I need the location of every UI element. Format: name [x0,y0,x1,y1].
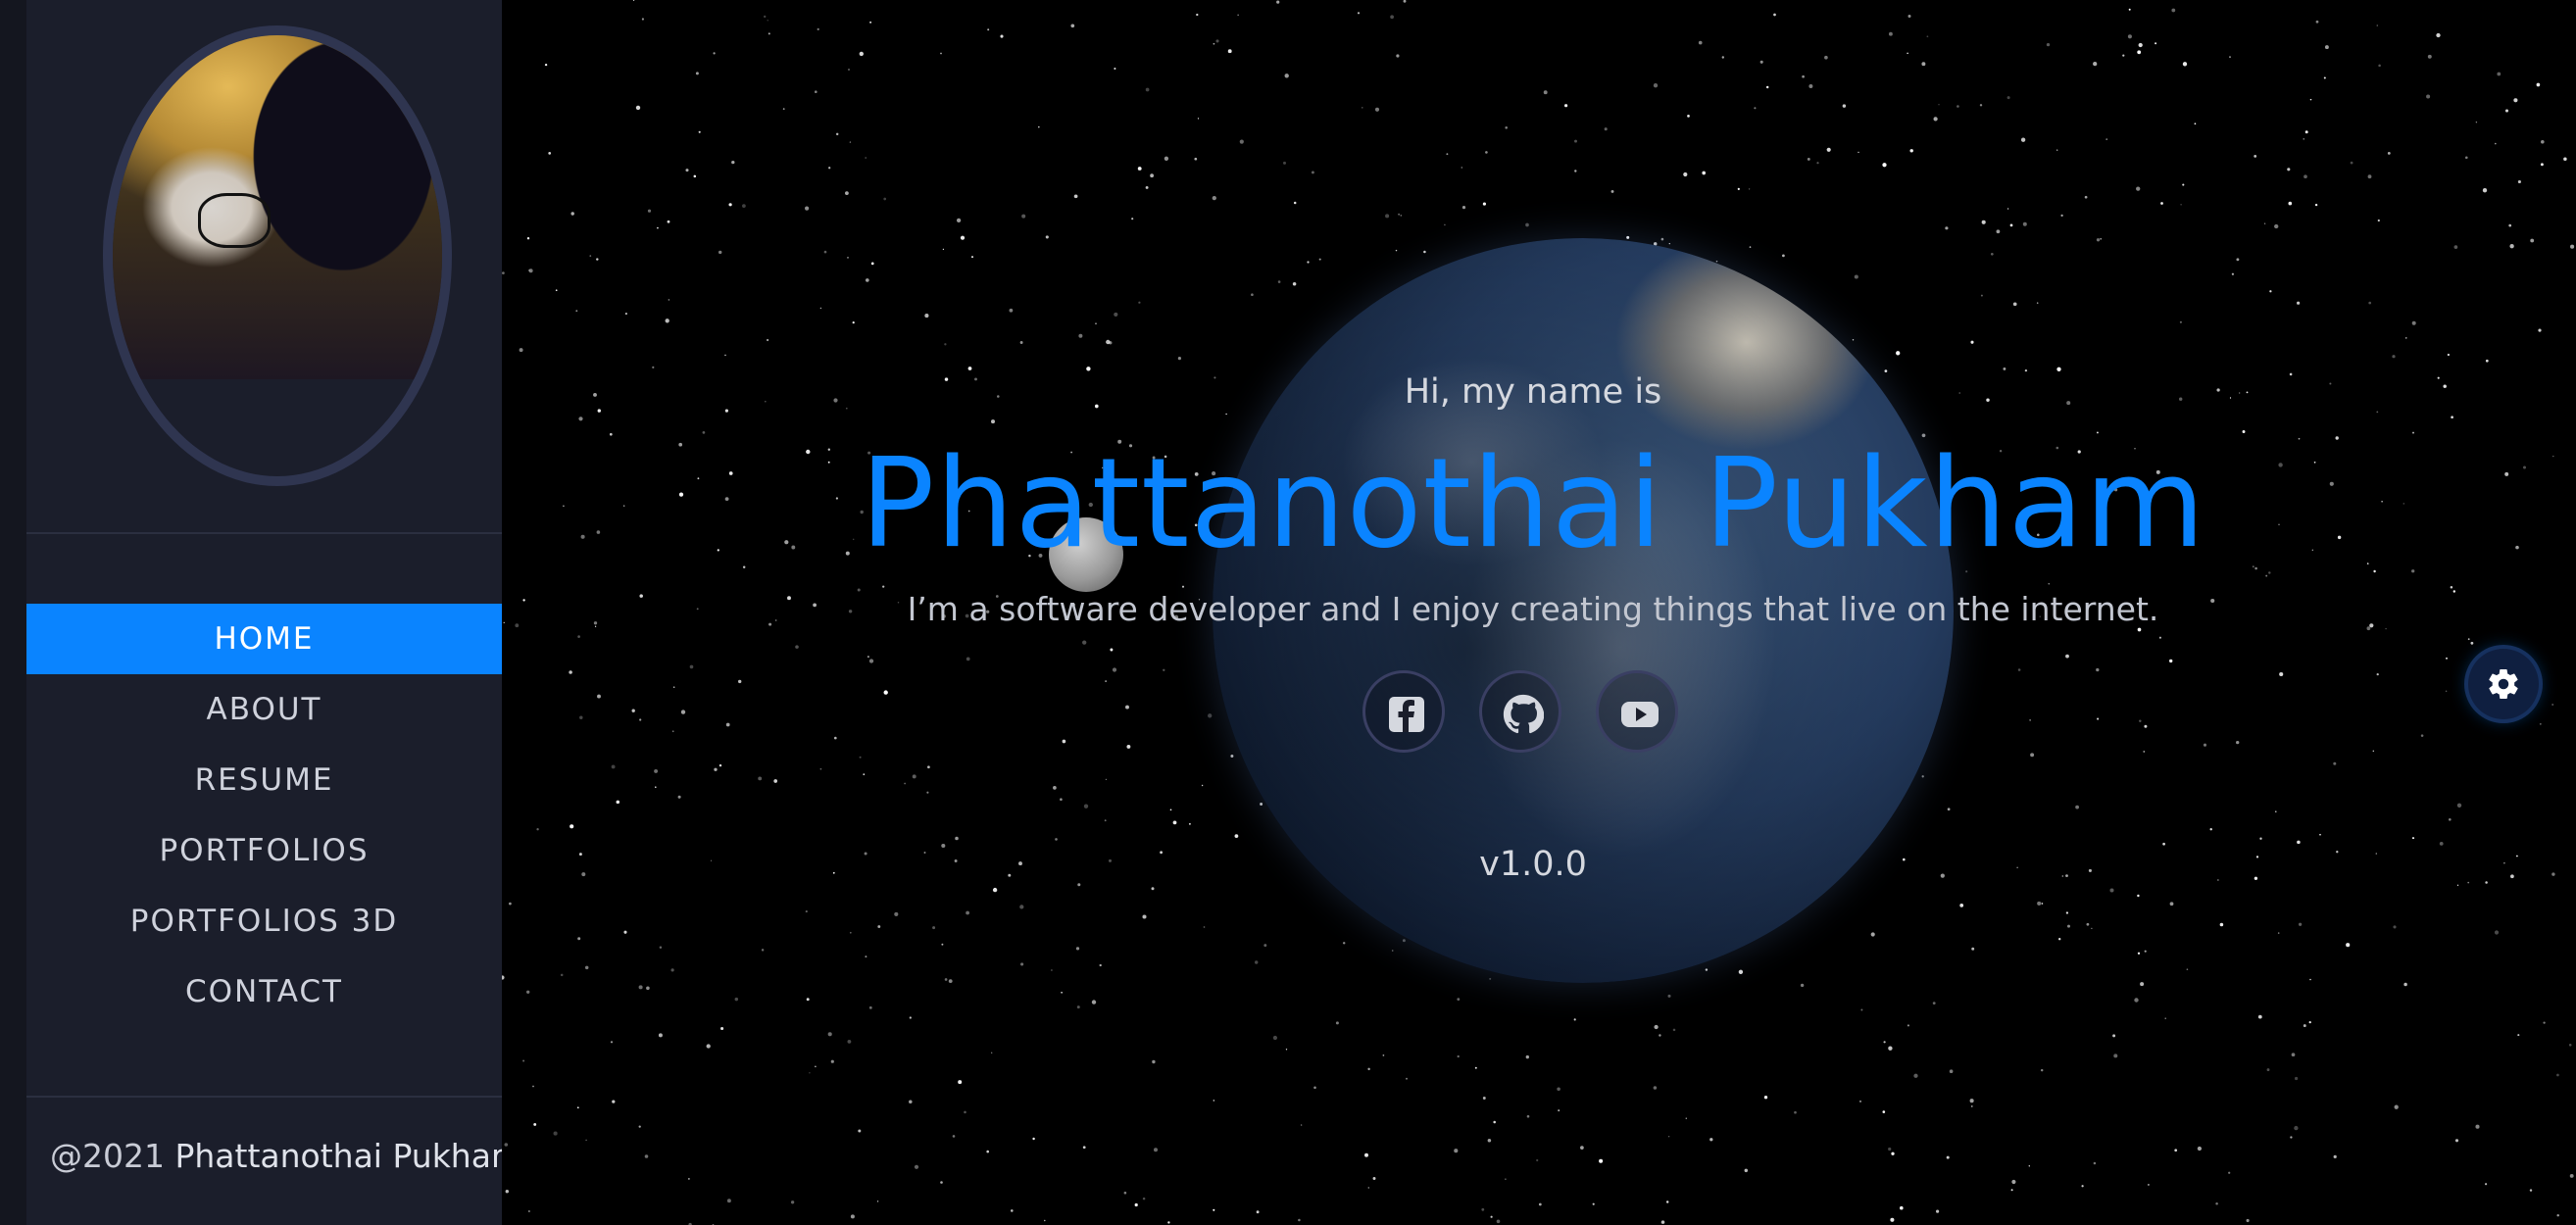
glasses-detail [198,193,271,248]
space-background: Hi, my name is Phattanothai Pukham I’m a… [502,0,2576,1225]
footer-name: Phattanothai Pukham [174,1137,502,1175]
sidebar-footer: @2021 Phattanothai Pukham [50,1137,502,1175]
github-button[interactable] [1479,670,1561,753]
sidebar: HOME ABOUT RESUME PORTFOLIOS PORTFOLIOS … [26,0,502,1225]
page: HOME ABOUT RESUME PORTFOLIOS PORTFOLIOS … [0,0,2576,1225]
edge-strip [0,0,26,1225]
hero-name: Phattanothai Pukham [860,431,2206,575]
nav-item-about[interactable]: ABOUT [26,674,502,745]
profile-photo [113,35,442,379]
sidebar-divider-top [26,532,502,534]
settings-button[interactable] [2468,649,2539,719]
facebook-button[interactable] [1362,670,1445,753]
sidebar-divider-bottom [26,1096,502,1098]
github-icon [1503,694,1544,734]
youtube-button[interactable] [1596,670,1678,753]
hero-greeting: Hi, my name is [1404,372,1662,412]
nav-item-portfolios-3d[interactable]: PORTFOLIOS 3D [26,886,502,956]
footer-copyright: @2021 [50,1137,165,1175]
nav-item-home[interactable]: HOME [26,604,502,674]
version-label: v1.0.0 [1479,845,1587,884]
hero-tagline: I’m a software developer and I enjoy cre… [907,590,2159,628]
social-links [1362,670,1706,757]
hero: Hi, my name is Phattanothai Pukham I’m a… [502,0,2576,1225]
sidebar-nav: HOME ABOUT RESUME PORTFOLIOS PORTFOLIOS … [26,604,502,1027]
nav-item-contact[interactable]: CONTACT [26,956,502,1027]
nav-item-resume[interactable]: RESUME [26,745,502,815]
gear-icon [2489,669,2518,700]
avatar [103,25,452,486]
youtube-icon [1621,702,1659,727]
facebook-icon [1389,697,1424,732]
nav-item-portfolios[interactable]: PORTFOLIOS [26,815,502,886]
